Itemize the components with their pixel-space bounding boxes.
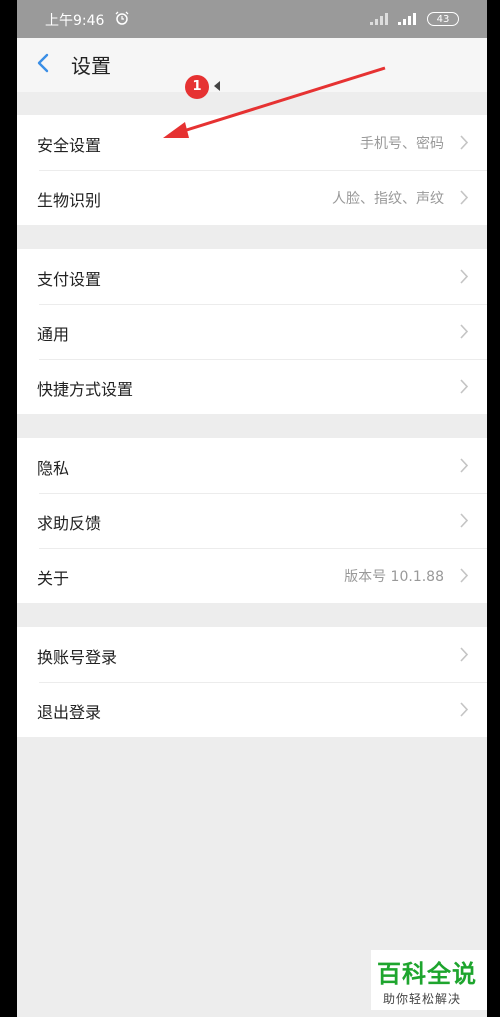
- chevron-right-icon: [460, 379, 469, 394]
- status-bar: 上午9:46 43: [17, 0, 487, 38]
- settings-item-label: 安全设置: [37, 136, 102, 155]
- watermark-title: 百科全说: [377, 960, 477, 988]
- settings-item-about[interactable]: 关于 版本号 10.1.88: [17, 548, 487, 603]
- watermark-subtitle: 助你轻松解决: [383, 992, 462, 1006]
- settings-group-support: 隐私 求助反馈 关于 版本号 10.1.88: [17, 438, 487, 603]
- chevron-right-icon: [460, 647, 469, 662]
- signal-strength-icon: [398, 13, 416, 25]
- status-time: 上午9:46: [45, 13, 105, 29]
- settings-item-value: 人脸、指纹、声纹: [332, 191, 444, 207]
- settings-item-label: 隐私: [37, 459, 70, 478]
- settings-group-login: 换账号登录 退出登录: [17, 627, 487, 737]
- settings-item-label: 求助反馈: [37, 514, 102, 533]
- settings-item-general[interactable]: 通用: [17, 304, 487, 359]
- settings-item-shortcuts[interactable]: 快捷方式设置: [17, 359, 487, 414]
- phone-screen: 上午9:46 43 设置 1 安全设置 手机号、密码 生物识别 人脸、指纹、声纹…: [17, 0, 487, 1017]
- settings-group-account: 安全设置 手机号、密码 生物识别 人脸、指纹、声纹: [17, 115, 487, 225]
- settings-item-biometrics[interactable]: 生物识别 人脸、指纹、声纹: [17, 170, 487, 225]
- step-badge: 1: [185, 75, 209, 99]
- settings-item-label: 快捷方式设置: [37, 380, 134, 399]
- settings-group-general: 支付设置 通用 快捷方式设置: [17, 249, 487, 414]
- badge-pointer-icon: [214, 81, 220, 91]
- settings-item-switch-account[interactable]: 换账号登录: [17, 627, 487, 682]
- chevron-right-icon: [460, 568, 469, 583]
- settings-item-security[interactable]: 安全设置 手机号、密码: [17, 115, 487, 170]
- settings-item-privacy[interactable]: 隐私: [17, 438, 487, 493]
- battery-indicator: 43: [427, 12, 459, 26]
- chevron-right-icon: [460, 513, 469, 528]
- settings-item-label: 生物识别: [37, 191, 102, 210]
- settings-item-label: 通用: [37, 325, 70, 344]
- signal-icon: [370, 13, 388, 25]
- settings-item-value: 手机号、密码: [360, 136, 444, 152]
- settings-item-feedback[interactable]: 求助反馈: [17, 493, 487, 548]
- watermark-logo: 百科全说 助你轻松解决: [371, 950, 487, 1010]
- settings-item-logout[interactable]: 退出登录: [17, 682, 487, 737]
- chevron-right-icon: [460, 324, 469, 339]
- chevron-right-icon: [460, 269, 469, 284]
- navigation-bar: 设置: [17, 38, 487, 92]
- settings-item-payment[interactable]: 支付设置: [17, 249, 487, 304]
- settings-item-value: 版本号 10.1.88: [344, 569, 444, 585]
- chevron-right-icon: [460, 190, 469, 205]
- alarm-clock-icon: [115, 11, 129, 25]
- chevron-right-icon: [460, 135, 469, 150]
- page-title: 设置: [71, 54, 111, 78]
- settings-item-label: 关于: [37, 569, 70, 588]
- settings-item-label: 换账号登录: [37, 648, 118, 667]
- chevron-right-icon: [460, 702, 469, 717]
- chevron-right-icon: [460, 458, 469, 473]
- settings-item-label: 退出登录: [37, 703, 102, 722]
- settings-item-label: 支付设置: [37, 270, 102, 289]
- back-chevron-icon[interactable]: [33, 52, 55, 74]
